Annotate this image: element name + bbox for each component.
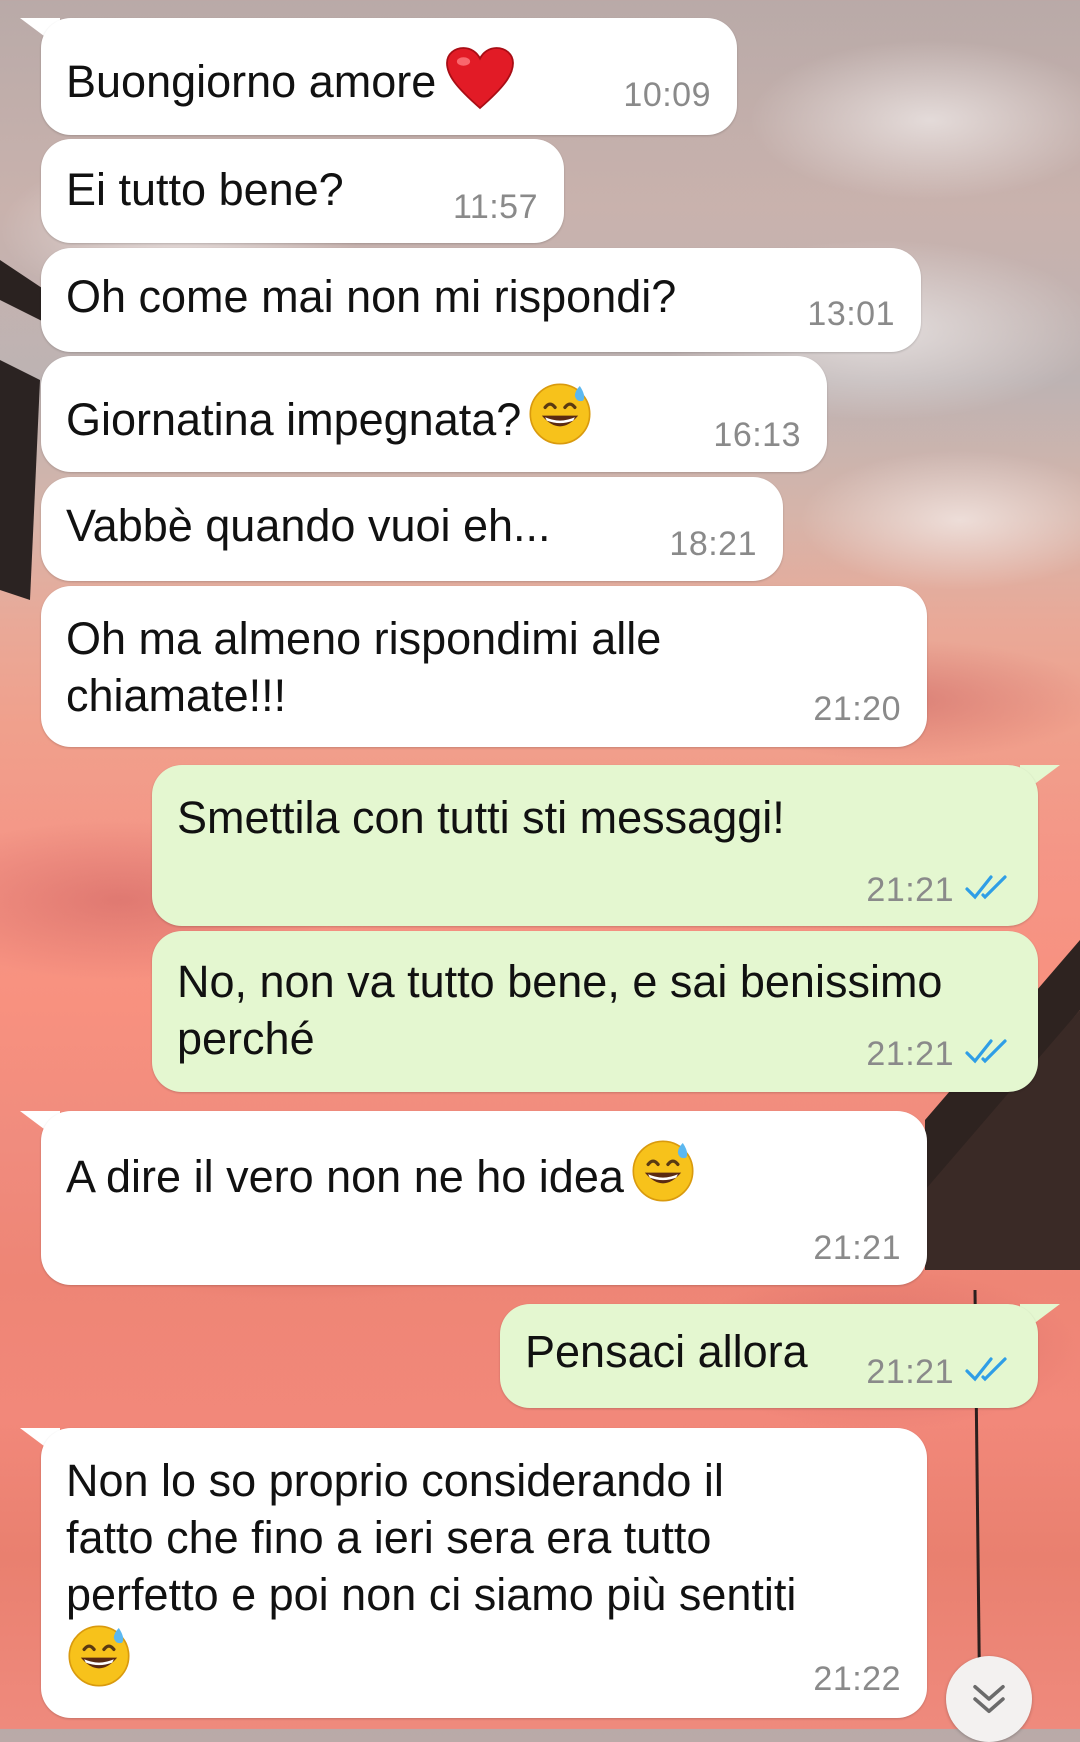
- message-incoming[interactable]: Oh ma almeno rispondimi alle chiamate!!!…: [41, 586, 927, 747]
- message-time: 21:22: [813, 1660, 901, 1698]
- message-text: Ei tutto bene?: [66, 164, 344, 215]
- read-double-check-icon: [965, 875, 1007, 900]
- message-text: No, non va tutto bene, e sai benissimo p…: [177, 956, 943, 1064]
- message-time: 21:20: [813, 690, 901, 728]
- message-time: 10:09: [623, 76, 711, 114]
- message-incoming[interactable]: A dire il vero non ne ho idea 21:21: [41, 1111, 927, 1285]
- message-text: Oh ma almeno rispondimi alle chiamate!!!: [66, 613, 662, 721]
- message-incoming[interactable]: Buongiorno amore 10:09: [41, 18, 737, 135]
- message-incoming[interactable]: Vabbè quando vuoi eh... 18:21: [41, 477, 783, 581]
- message-time: 18:21: [669, 525, 757, 563]
- message-time: 21:21: [866, 871, 954, 909]
- message-outgoing[interactable]: Pensaci allora 21:21: [500, 1304, 1038, 1408]
- message-time: 11:57: [452, 188, 538, 226]
- grinning-sweat-emoji-icon: [630, 1138, 696, 1204]
- read-double-check-icon: [965, 1039, 1007, 1064]
- message-text: Giornatina impegnata?: [66, 394, 522, 445]
- message-text: A dire il vero non ne ho idea: [66, 1151, 624, 1202]
- message-text: Buongiorno amore: [66, 56, 437, 107]
- scroll-to-bottom-button[interactable]: [946, 1656, 1032, 1742]
- read-double-check-icon: [965, 1357, 1007, 1382]
- grinning-sweat-emoji-icon: [527, 381, 593, 447]
- double-chevron-down-icon: [973, 1685, 1005, 1713]
- message-outgoing[interactable]: Smettila con tutti sti messaggi! 21:21: [152, 765, 1038, 926]
- grinning-sweat-emoji-icon: [66, 1623, 132, 1689]
- message-incoming[interactable]: Ei tutto bene? 11:57: [41, 139, 564, 243]
- message-time: 13:01: [807, 295, 895, 333]
- message-incoming[interactable]: Oh come mai non mi rispondi? 13:01: [41, 248, 921, 352]
- message-text: Oh come mai non mi rispondi?: [66, 271, 677, 322]
- message-time: 21:21: [866, 1353, 954, 1391]
- message-time: 21:21: [813, 1229, 901, 1267]
- message-incoming[interactable]: Giornatina impegnata? 16:13: [41, 356, 827, 472]
- message-text: Pensaci allora: [525, 1326, 808, 1377]
- message-time: 16:13: [713, 416, 801, 454]
- message-text: Non lo so proprio considerando il fatto …: [66, 1455, 797, 1620]
- chat-area: Buongiorno amore 10:09 Ei tutto bene? 11…: [0, 0, 1080, 1742]
- message-text: Vabbè quando vuoi eh...: [66, 500, 551, 551]
- message-outgoing[interactable]: No, non va tutto bene, e sai benissimo p…: [152, 931, 1038, 1092]
- message-incoming[interactable]: Non lo so proprio considerando il fatto …: [41, 1428, 927, 1718]
- message-text: Smettila con tutti sti messaggi!: [177, 792, 785, 843]
- red-heart-icon: [444, 45, 516, 111]
- message-time: 21:21: [866, 1035, 954, 1073]
